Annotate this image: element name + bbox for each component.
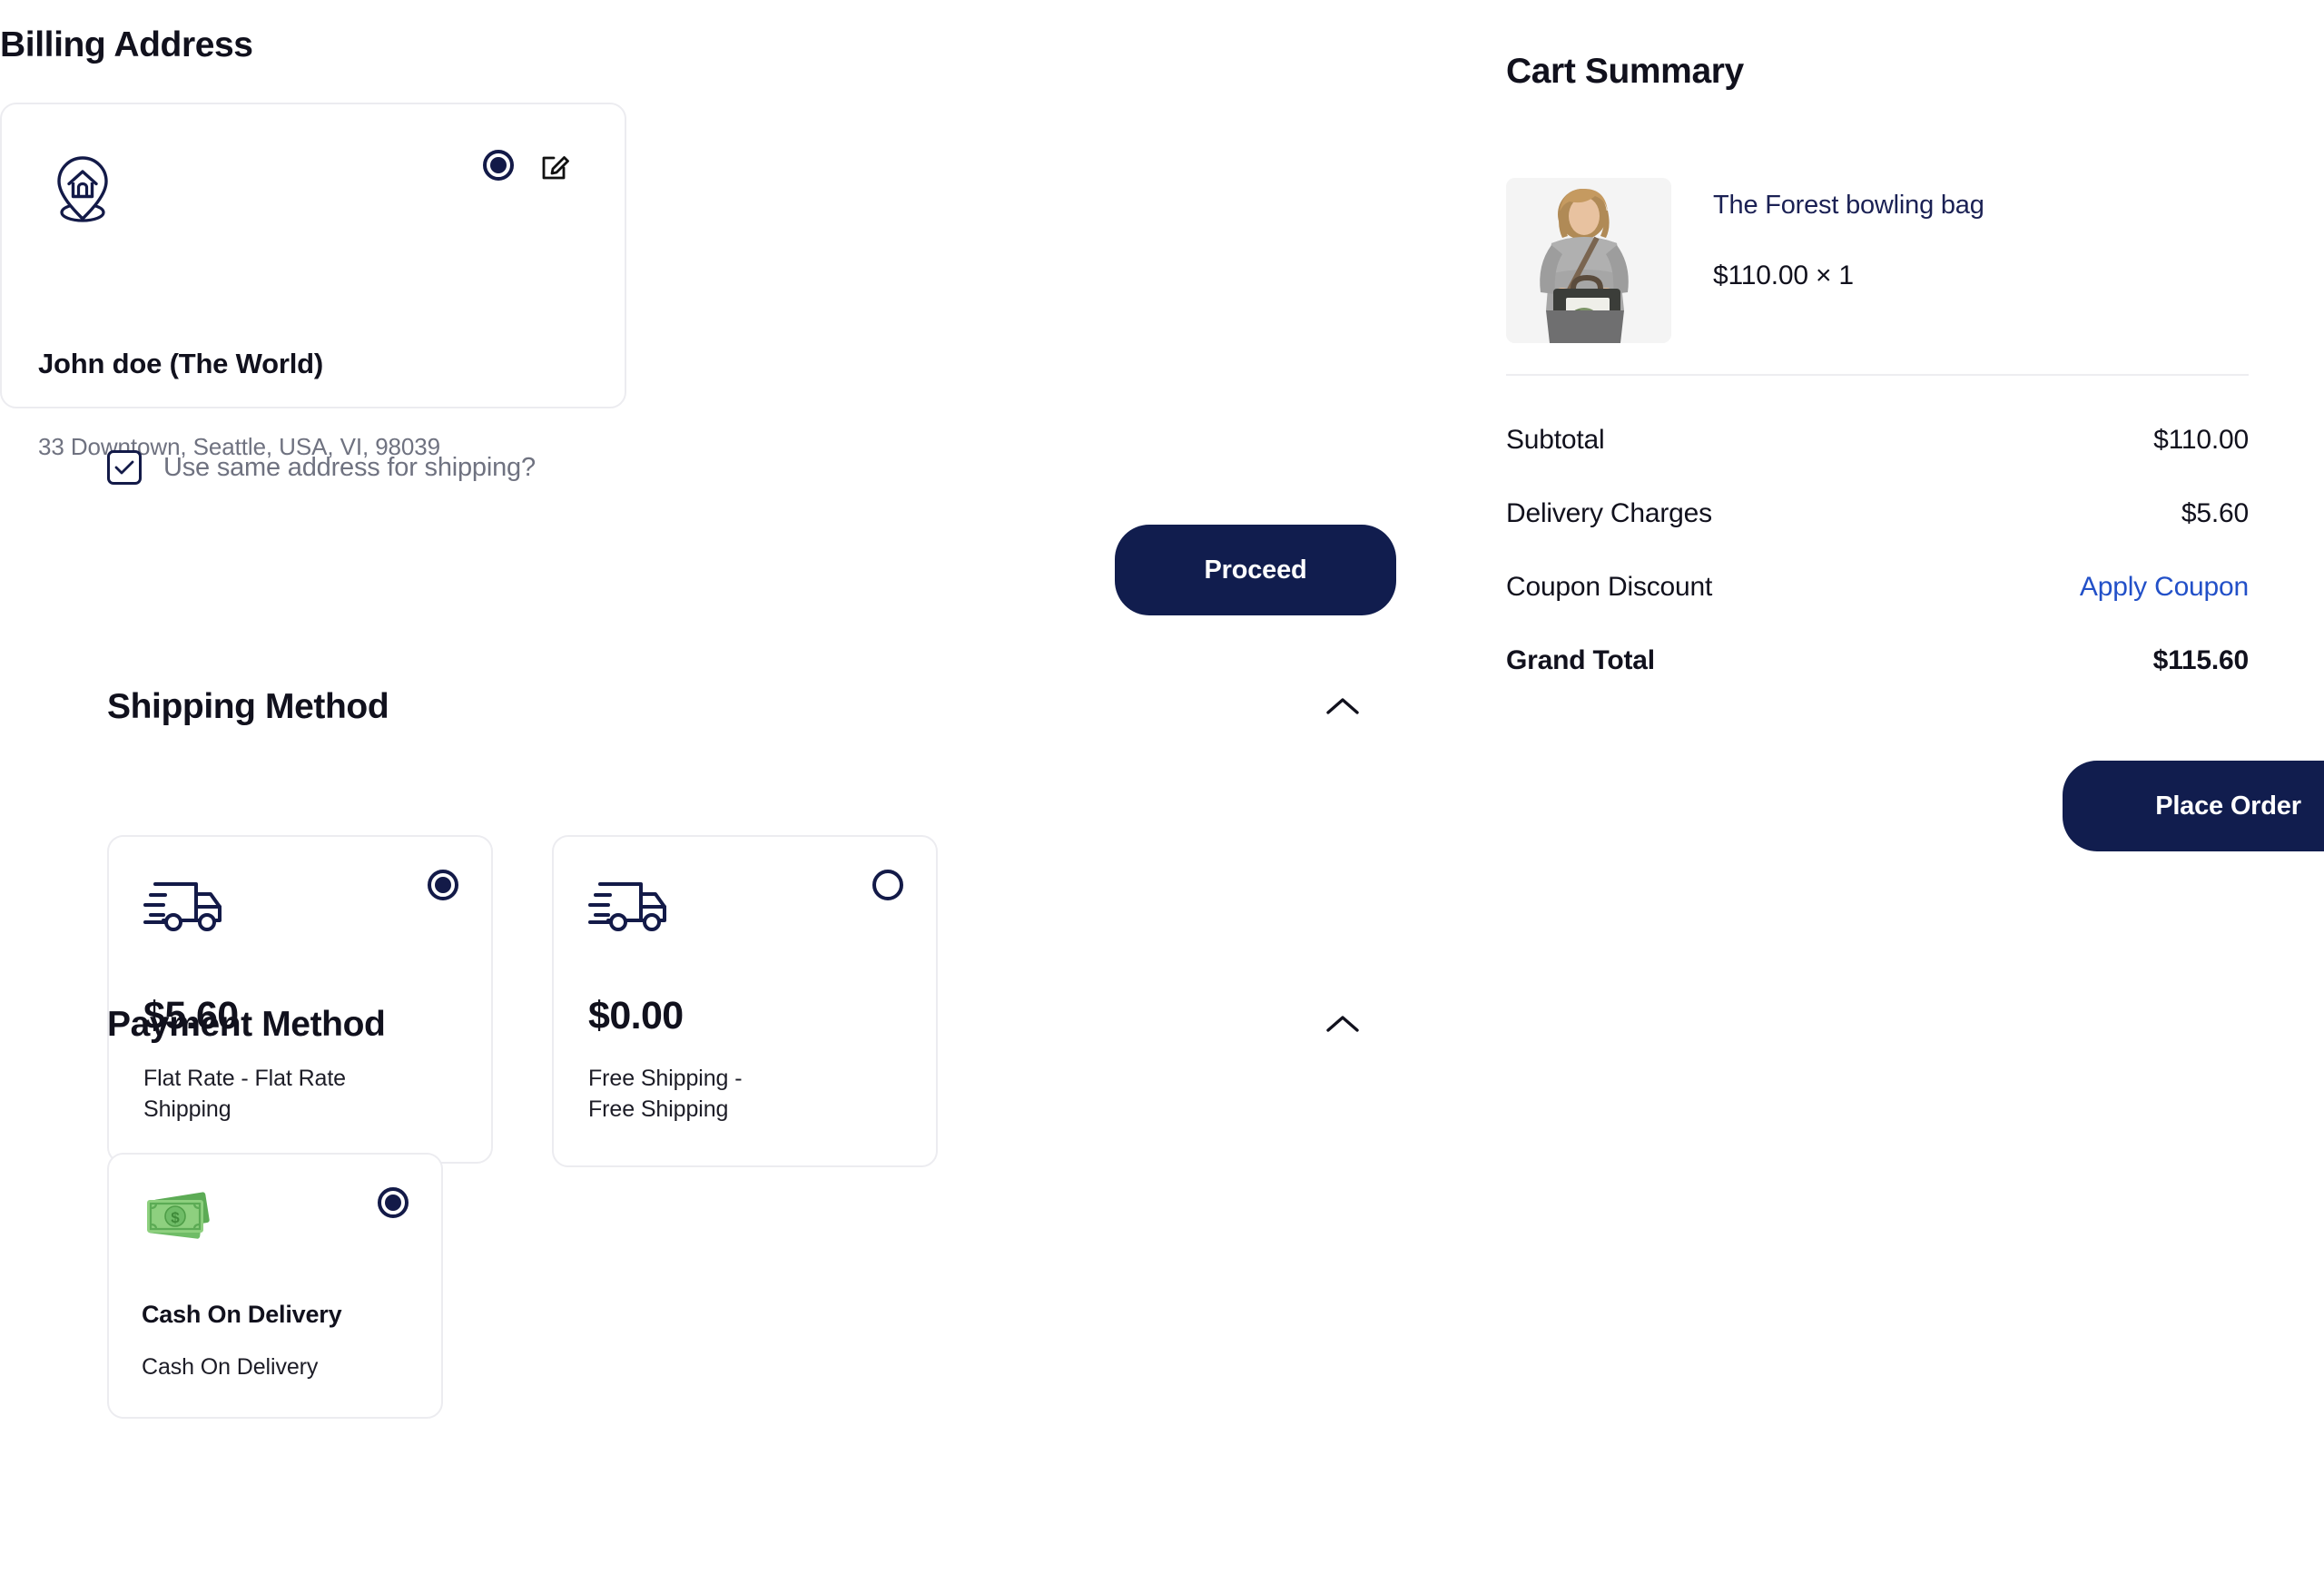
place-order-button[interactable]: Place Order — [2063, 761, 2324, 851]
use-same-address-checkbox[interactable] — [107, 450, 142, 485]
payment-method-heading: Payment Method — [107, 1000, 1367, 1049]
grand-total-value: $115.60 — [2152, 645, 2250, 675]
total-value: $110.00 — [2153, 425, 2249, 455]
total-row: Coupon Discount Apply Coupon — [1506, 572, 2249, 603]
shipping-option-label: Free Shipping - Free Shipping — [588, 1066, 743, 1122]
billing-address-card[interactable]: John doe (The World) 33 Downtown, Seattl… — [0, 103, 626, 460]
checkout-page: Billing Address John doe (The World) 33 — [0, 0, 2324, 1573]
payment-options-list: $ Cash On Delivery Cash On Delivery — [107, 1153, 443, 1419]
payment-option-card[interactable]: $ Cash On Delivery Cash On Delivery — [107, 1153, 443, 1419]
payment-option-radio[interactable] — [378, 1187, 409, 1218]
shipping-method-heading: Shipping Method — [107, 683, 1367, 732]
billing-address-title: Billing Address — [0, 25, 253, 64]
shipping-option-radio[interactable] — [428, 870, 458, 900]
use-same-address-label: Use same address for shipping? — [163, 452, 536, 482]
payment-collapse-chevron-up-icon[interactable] — [1318, 1000, 1367, 1049]
billing-address-radio[interactable] — [483, 150, 514, 181]
total-row: Delivery Charges $5.60 — [1506, 498, 2249, 529]
grand-total-row: Grand Total $115.60 — [1506, 645, 2249, 676]
proceed-button[interactable]: Proceed — [1115, 525, 1396, 615]
home-location-pin-icon — [54, 155, 111, 229]
shipping-option-label: Flat Rate - Flat Rate Shipping — [143, 1066, 346, 1122]
total-label: Delivery Charges — [1506, 498, 1712, 528]
shipping-option-card[interactable]: $5.60 Flat Rate - Flat Rate Shipping — [107, 835, 493, 1164]
shipping-method-title: Shipping Method — [107, 687, 389, 726]
product-thumbnail — [1506, 178, 1671, 343]
cart-summary-title: Cart Summary — [1506, 52, 1744, 91]
cart-totals: Subtotal $110.00 Delivery Charges $5.60 … — [1506, 425, 2249, 676]
cart-line-item: The Forest bowling bag $110.00 × 1 — [1506, 178, 1984, 343]
use-same-address-row[interactable]: Use same address for shipping? — [107, 450, 536, 485]
payment-option-name: Cash On Delivery — [142, 1301, 342, 1328]
shipping-option-radio[interactable] — [872, 870, 903, 900]
total-label: Subtotal — [1506, 425, 1605, 455]
cart-item-price-qty: $110.00 × 1 — [1713, 261, 1854, 290]
apply-coupon-link[interactable]: Apply Coupon — [2080, 572, 2249, 603]
payment-option-description: Cash On Delivery — [142, 1354, 319, 1380]
cash-banknotes-icon: $ — [142, 1191, 409, 1252]
total-row: Subtotal $110.00 — [1506, 425, 2249, 456]
total-value: $5.60 — [2181, 498, 2249, 528]
cart-item-name[interactable]: The Forest bowling bag — [1713, 191, 1984, 221]
total-label: Coupon Discount — [1506, 572, 1713, 602]
cart-item-details: The Forest bowling bag $110.00 × 1 — [1713, 178, 1984, 291]
delivery-truck-icon — [143, 877, 457, 938]
billing-address-actions — [483, 150, 572, 181]
edit-pencil-icon[interactable] — [541, 150, 572, 181]
billing-address-name: John doe (The World) — [38, 348, 324, 379]
shipping-collapse-chevron-up-icon[interactable] — [1318, 683, 1367, 732]
cart-divider — [1506, 374, 2249, 376]
payment-method-title: Payment Method — [107, 1005, 386, 1044]
grand-total-label: Grand Total — [1506, 645, 1655, 675]
svg-text:$: $ — [171, 1209, 180, 1226]
delivery-truck-icon — [588, 877, 901, 938]
billing-address-heading: Billing Address — [0, 25, 253, 65]
